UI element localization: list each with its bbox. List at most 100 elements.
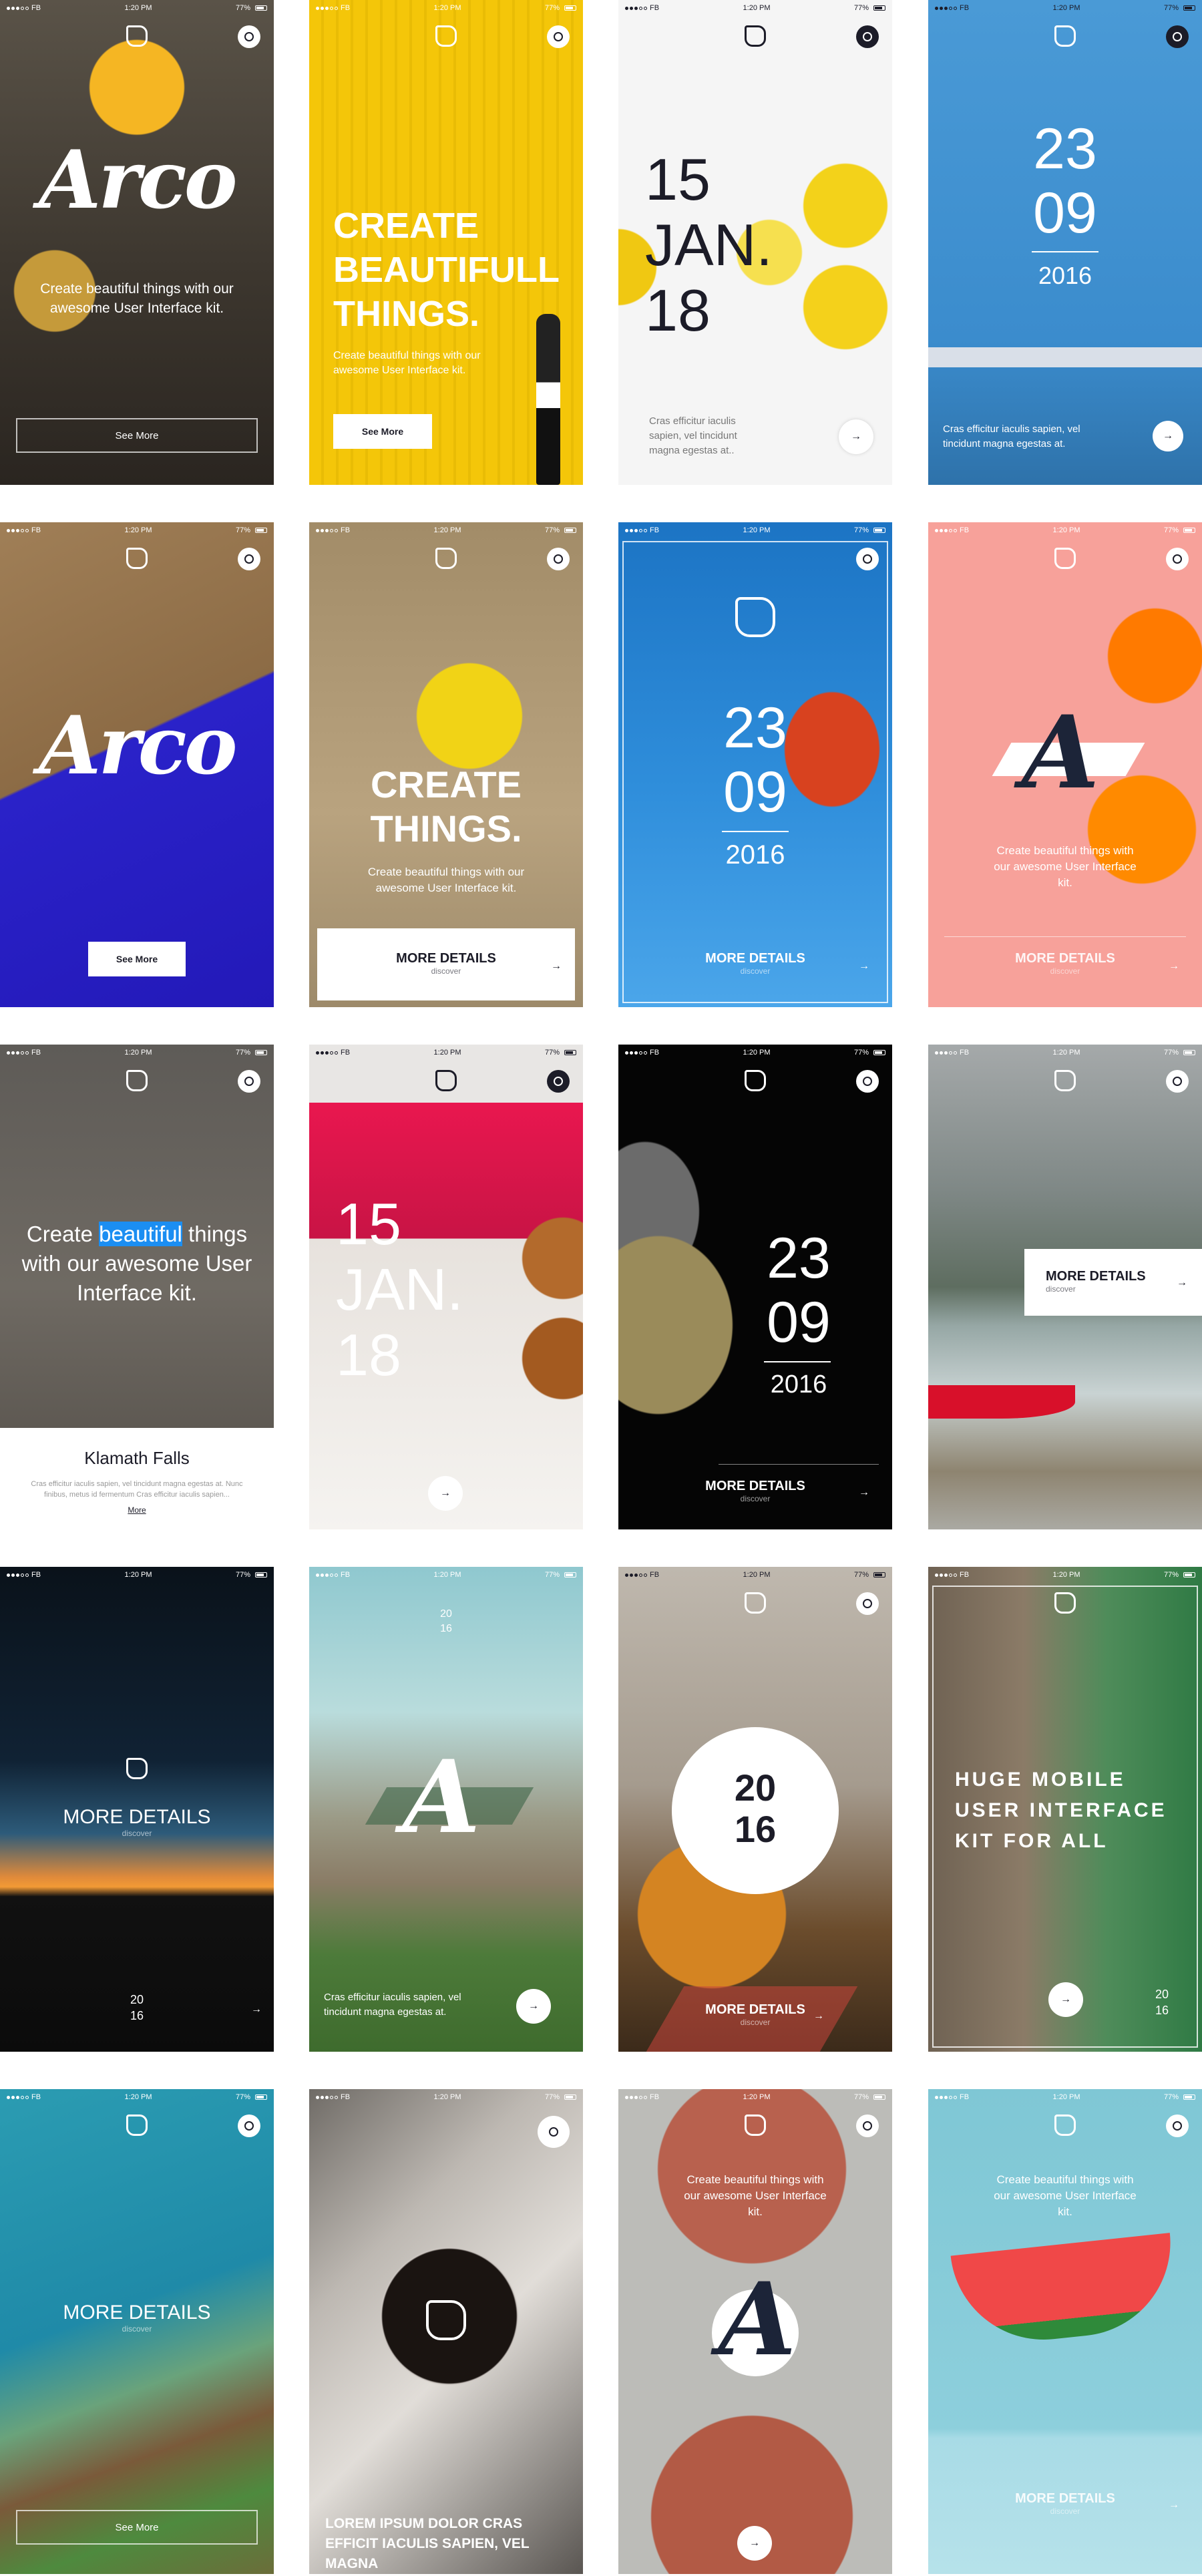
arrow-right-icon[interactable]: →: [737, 2526, 772, 2561]
logo-icon[interactable]: [126, 2114, 148, 2136]
more-details-link[interactable]: MORE DETAILS discover: [618, 2002, 892, 2027]
status-bar: FB 1:20 PM 77%: [618, 522, 892, 538]
search-icon[interactable]: [238, 548, 260, 570]
logo-icon[interactable]: [1054, 1592, 1076, 1614]
intro-text: Create beautiful things with our awesome…: [333, 350, 481, 376]
status-bar: FB 1:20 PM 77%: [309, 522, 583, 538]
screen-a-flower: FB 1:20 PM 77% A Create beautiful things…: [928, 522, 1202, 1007]
card-text: Cras efficitur iaculis sapien, vel tinci…: [31, 1480, 243, 1499]
search-icon[interactable]: [238, 1070, 260, 1093]
battery-icon: [564, 1050, 576, 1055]
status-bar: FB 1:20 PM 77%: [309, 1045, 583, 1061]
search-icon[interactable]: [856, 2114, 879, 2137]
arrow-right-icon[interactable]: →: [1048, 1982, 1083, 2017]
arrow-right-icon[interactable]: →: [551, 960, 562, 972]
a-mark: A: [403, 1738, 481, 1856]
more-details-link[interactable]: MORE DETAILS discover: [0, 2302, 274, 2334]
search-icon[interactable]: [238, 25, 260, 48]
search-icon[interactable]: [856, 1070, 879, 1093]
logo-icon[interactable]: [426, 2300, 466, 2340]
arrow-right-icon[interactable]: →: [813, 2010, 824, 2022]
more-details-link[interactable]: MORE DETAILS discover: [309, 951, 583, 976]
battery-icon: [255, 1050, 267, 1055]
more-details-link[interactable]: MORE DETAILS discover: [618, 1479, 892, 1503]
status-bar: FB 1:20 PM 77%: [0, 1567, 274, 1583]
logo-icon[interactable]: [745, 1070, 766, 1091]
search-icon[interactable]: [547, 548, 570, 570]
canoe-image: [928, 1385, 1075, 1419]
arrow-right-icon[interactable]: →: [859, 960, 869, 972]
search-icon[interactable]: [856, 548, 879, 570]
search-icon[interactable]: [1166, 548, 1189, 570]
arrow-right-icon[interactable]: →: [1177, 1277, 1187, 1289]
brand-title: Arco: [39, 133, 237, 227]
logo-icon[interactable]: [126, 1070, 148, 1091]
logo-icon[interactable]: [735, 597, 775, 637]
search-icon[interactable]: [547, 25, 570, 48]
search-icon[interactable]: [547, 1070, 570, 1093]
logo-icon[interactable]: [435, 25, 457, 47]
status-bar: FB 1:20 PM 77%: [309, 0, 583, 16]
logo-icon[interactable]: [745, 1592, 766, 1614]
see-more-button[interactable]: See More: [16, 418, 258, 453]
screen-arco-wood: FB 1:20 PM 77% Arco See More: [0, 522, 274, 1007]
arrow-right-icon[interactable]: →: [1169, 2499, 1179, 2511]
arrow-right-icon[interactable]: [538, 2116, 570, 2148]
highlighted-word[interactable]: beautiful: [99, 1222, 182, 1246]
arrow-right-icon[interactable]: →: [1153, 421, 1183, 451]
battery-icon: [873, 5, 885, 11]
arrow-right-icon[interactable]: →: [428, 1476, 463, 1511]
screen-watermelon: FB 1:20 PM 77% Create beautiful things w…: [928, 2089, 1202, 2574]
logo-icon[interactable]: [1054, 2114, 1076, 2136]
more-details-link[interactable]: MORE DETAILS discover: [1046, 1269, 1146, 1294]
more-details-link[interactable]: MORE DETAILS discover: [928, 2491, 1202, 2516]
screen-date-black: FB 1:20 PM 77% 23 09 2016 MORE DETAILS d…: [618, 1045, 892, 1529]
logo-icon[interactable]: [126, 1758, 148, 1779]
status-bar: FB 1:20 PM 77%: [0, 2089, 274, 2105]
screen-a-cactus: FB 1:20 PM 77% Create beautiful things w…: [618, 2089, 892, 2574]
arrow-right-icon[interactable]: →: [516, 1989, 551, 2024]
battery-icon: [1183, 1572, 1195, 1578]
date-display: 23 09: [767, 1226, 831, 1354]
signal-icon: [935, 528, 957, 532]
search-icon[interactable]: [1166, 2114, 1189, 2137]
more-details-link[interactable]: MORE DETAILS discover: [0, 1806, 274, 1838]
logo-icon[interactable]: [126, 548, 148, 569]
more-link[interactable]: More: [0, 1505, 274, 1515]
status-bar: FB 1:20 PM 77%: [0, 1045, 274, 1061]
headline: HUGE MOBILE USER INTERFACE KIT FOR ALL: [955, 1769, 1167, 1852]
logo-icon[interactable]: [1054, 1070, 1076, 1091]
arrow-right-icon[interactable]: →: [1169, 960, 1179, 972]
screen-create-flower: FB 1:20 PM 77% CREATE THINGS. Create bea…: [309, 522, 583, 1007]
more-details-link[interactable]: MORE DETAILS discover: [618, 951, 892, 976]
battery-icon: [1183, 2094, 1195, 2100]
search-icon[interactable]: [238, 2114, 260, 2137]
search-icon[interactable]: [856, 25, 879, 48]
more-details-link[interactable]: MORE DETAILS discover: [928, 951, 1202, 976]
search-icon[interactable]: [1166, 1070, 1189, 1093]
logo-icon[interactable]: [1054, 548, 1076, 569]
battery-icon: [564, 1572, 576, 1578]
a-mark: A: [1022, 694, 1100, 811]
arrow-right-icon[interactable]: →: [839, 419, 873, 454]
logo-icon[interactable]: [435, 1070, 457, 1091]
see-more-button[interactable]: See More: [333, 414, 432, 449]
logo-icon[interactable]: [435, 548, 457, 569]
divider: [1032, 251, 1098, 252]
signal-icon: [7, 6, 29, 10]
arrow-right-icon[interactable]: →: [251, 2004, 262, 2016]
logo-icon[interactable]: [745, 25, 766, 47]
logo-icon[interactable]: [745, 2114, 766, 2136]
search-icon[interactable]: [1166, 25, 1189, 48]
status-bar: FB 1:20 PM 77%: [618, 1045, 892, 1061]
logo-icon[interactable]: [126, 25, 148, 47]
see-more-button[interactable]: See More: [88, 942, 186, 976]
date-display: 23 09: [723, 696, 787, 824]
search-icon[interactable]: [856, 1592, 879, 1615]
see-more-button[interactable]: See More: [16, 2510, 258, 2545]
screen-date-blue: FB 1:20 PM 77% 23 09 2016 Cras efficitur…: [928, 0, 1202, 485]
signal-icon: [625, 2095, 647, 2099]
arrow-right-icon[interactable]: →: [859, 1487, 869, 1499]
caption-text: Cras efficitur iaculis sapien, vel tinci…: [324, 1992, 461, 2018]
logo-icon[interactable]: [1054, 25, 1076, 47]
